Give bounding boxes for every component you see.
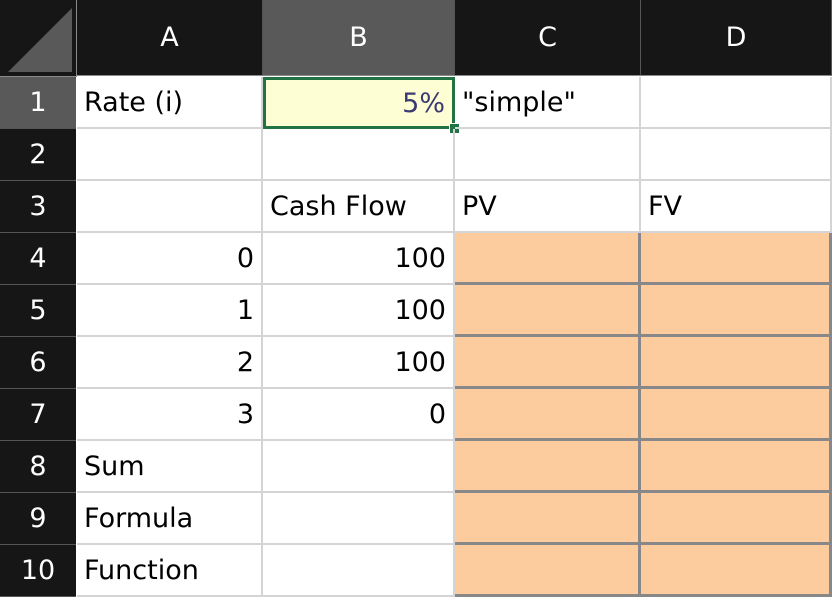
- cell-c2[interactable]: [455, 129, 641, 181]
- cell-c3[interactable]: PV: [455, 181, 641, 233]
- cell-c9[interactable]: [455, 493, 641, 545]
- row-header-9[interactable]: 9: [0, 493, 76, 545]
- column-header-d[interactable]: D: [641, 0, 832, 76]
- cell-b4[interactable]: 100: [263, 233, 455, 285]
- row-header-5[interactable]: 5: [0, 285, 76, 337]
- column-header-c[interactable]: C: [455, 0, 641, 76]
- cell-b7[interactable]: 0: [263, 389, 455, 441]
- cell-a8[interactable]: Sum: [77, 441, 263, 493]
- select-all-triangle-icon: [8, 8, 72, 72]
- row-header-1[interactable]: 1: [0, 77, 76, 129]
- cell-d5[interactable]: [641, 285, 832, 337]
- cell-b3[interactable]: Cash Flow: [263, 181, 455, 233]
- cell-a4[interactable]: 0: [77, 233, 263, 285]
- cell-b8[interactable]: [263, 441, 455, 493]
- cell-c4[interactable]: [455, 233, 641, 285]
- cell-d1[interactable]: [641, 77, 832, 129]
- cell-c1[interactable]: "simple": [455, 77, 641, 129]
- row-header-8[interactable]: 8: [0, 441, 76, 493]
- cell-a1[interactable]: Rate (i): [77, 77, 263, 129]
- cell-b10[interactable]: [263, 545, 455, 597]
- cell-b5[interactable]: 100: [263, 285, 455, 337]
- cell-b6[interactable]: 100: [263, 337, 455, 389]
- cell-a5[interactable]: 1: [77, 285, 263, 337]
- cell-b2[interactable]: [263, 129, 455, 181]
- row-header-7[interactable]: 7: [0, 389, 76, 441]
- cell-c8[interactable]: [455, 441, 641, 493]
- cell-a9[interactable]: Formula: [77, 493, 263, 545]
- cell-d3[interactable]: FV: [641, 181, 832, 233]
- cell-d2[interactable]: [641, 129, 832, 181]
- cell-a10[interactable]: Function: [77, 545, 263, 597]
- row-header-2[interactable]: 2: [0, 129, 76, 181]
- cell-c7[interactable]: [455, 389, 641, 441]
- column-header-a[interactable]: A: [77, 0, 263, 76]
- cell-a2[interactable]: [77, 129, 263, 181]
- row-header-10[interactable]: 10: [0, 545, 76, 597]
- cell-c6[interactable]: [455, 337, 641, 389]
- cell-b1[interactable]: 5%: [263, 77, 455, 129]
- cell-d6[interactable]: [641, 337, 832, 389]
- cell-d4[interactable]: [641, 233, 832, 285]
- cell-c10[interactable]: [455, 545, 641, 597]
- cell-d7[interactable]: [641, 389, 832, 441]
- row-header-4[interactable]: 4: [0, 233, 76, 285]
- row-header-6[interactable]: 6: [0, 337, 76, 389]
- select-all-button[interactable]: [0, 0, 77, 77]
- cell-a6[interactable]: 2: [77, 337, 263, 389]
- cell-c5[interactable]: [455, 285, 641, 337]
- column-header-b[interactable]: B: [263, 0, 455, 76]
- cell-d8[interactable]: [641, 441, 832, 493]
- cell-d10[interactable]: [641, 545, 832, 597]
- cell-b9[interactable]: [263, 493, 455, 545]
- cell-a7[interactable]: 3: [77, 389, 263, 441]
- cell-d9[interactable]: [641, 493, 832, 545]
- cell-a3[interactable]: [77, 181, 263, 233]
- row-header-3[interactable]: 3: [0, 181, 76, 233]
